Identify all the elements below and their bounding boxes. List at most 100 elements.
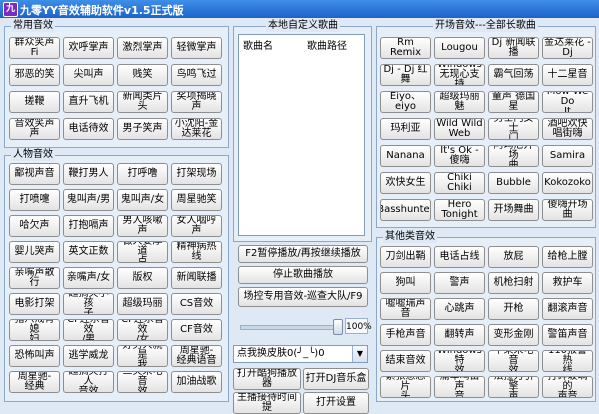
opening-song-button[interactable]: Chiki Chiki xyxy=(434,172,485,194)
people-sound-button[interactable]: 逃学威龙 xyxy=(63,345,114,367)
common-sound-button[interactable]: 贱笑 xyxy=(117,64,168,86)
stop-song-button[interactable]: 停止歌曲播放 xyxy=(238,266,368,284)
common-sound-button[interactable]: 邪恶的笑 xyxy=(9,64,60,86)
people-sound-button[interactable]: 打喷嚏 xyxy=(9,189,60,211)
other-sound-button[interactable]: 刀剑出鞘 xyxy=(380,246,431,268)
common-sound-button[interactable]: 音效笑声 声 xyxy=(9,118,60,140)
people-sound-button[interactable]: 超搞笑小孩 子 xyxy=(63,293,114,315)
people-sound-button[interactable]: 英文正数 xyxy=(63,241,114,263)
people-sound-button[interactable]: 哈欠声 xyxy=(9,215,60,237)
common-sound-button[interactable]: 鸟鸣飞过 xyxy=(171,64,222,86)
people-sound-button[interactable]: 亲嘴声/女 xyxy=(63,267,114,289)
common-sound-button[interactable]: 群众笑声Fi xyxy=(9,37,60,59)
people-sound-button[interactable]: 版权 xyxy=(117,267,168,289)
common-sound-button[interactable]: 男子笑声 xyxy=(117,118,168,140)
open-settings-button[interactable]: 打开设置 xyxy=(303,392,369,414)
people-sound-button[interactable]: CF连杀音效 /女 xyxy=(117,319,168,341)
people-sound-button[interactable]: 周星驰- 经典 xyxy=(9,371,60,393)
opening-song-button[interactable]: Dj - Dj 红 舞 xyxy=(380,64,431,86)
opening-song-button[interactable]: Bubble xyxy=(488,172,539,194)
opening-song-button[interactable]: 阿玛尼开场 曲 xyxy=(488,145,539,167)
opening-song-button[interactable]: Dj 新闻联 播 xyxy=(488,37,539,59)
opening-song-button[interactable]: It's Ok - 傻嗨 xyxy=(434,145,485,167)
people-sound-button[interactable]: 超级玛丽 xyxy=(117,293,168,315)
other-sound-button[interactable]: 手枪声音 xyxy=(380,324,431,346)
people-sound-button[interactable]: 新闻联播 xyxy=(171,267,222,289)
other-sound-button[interactable]: 警声 xyxy=(434,272,485,294)
open-dj-box-button[interactable]: 打开DJ音乐盒 xyxy=(303,368,369,390)
other-sound-button[interactable]: 放屁 xyxy=(488,246,539,268)
other-sound-button[interactable]: 狗叫 xyxy=(380,272,431,294)
song-list[interactable]: 歌曲名 歌曲路径 xyxy=(238,34,365,236)
common-sound-button[interactable]: 电话待效 xyxy=(63,118,114,140)
other-sound-button[interactable]: 结束音效 xyxy=(380,350,431,372)
other-sound-button[interactable]: 救护车 xyxy=(542,272,593,294)
people-sound-button[interactable]: 鄙视声音 xyxy=(9,163,60,185)
other-sound-button[interactable]: 变形金刚 xyxy=(488,324,539,346)
common-sound-button[interactable]: 直升飞机 xyxy=(63,91,114,113)
venue-control-button[interactable]: 场控专用音效-巡查大队/F9 xyxy=(238,287,368,307)
skin-select[interactable]: 点我换皮肤0(╯_╰)0 ▼ xyxy=(233,345,368,363)
opening-song-button[interactable]: Hero Tonight xyxy=(434,199,485,221)
chevron-down-icon[interactable]: ▼ xyxy=(352,346,367,362)
song-path-column-header[interactable]: 歌曲路径 xyxy=(307,37,347,52)
people-sound-button[interactable]: 超搞笑打人 音效 xyxy=(63,371,114,393)
opening-song-button[interactable]: Samira xyxy=(542,145,593,167)
opening-song-button[interactable]: Basshunter xyxy=(380,199,431,221)
other-sound-button[interactable]: 机枪扫射 xyxy=(488,272,539,294)
common-sound-button[interactable]: 小沈阳-金 达莱花 xyxy=(171,118,222,140)
common-sound-button[interactable]: 新闻类片头 xyxy=(117,91,168,113)
people-sound-button[interactable]: 加油战歌 xyxy=(171,371,222,393)
opening-song-button[interactable]: 傻嗨开场曲 xyxy=(542,199,593,221)
opening-song-button[interactable]: 男士门女士 门 xyxy=(488,118,539,140)
people-sound-button[interactable]: 打呼噜 xyxy=(117,163,168,185)
common-sound-button[interactable]: 激烈掌声 xyxy=(117,37,168,59)
common-sound-button[interactable]: 搓鞭 xyxy=(9,91,60,113)
people-sound-button[interactable]: 电影打架 xyxy=(9,293,60,315)
common-sound-button[interactable]: 轻微掌声 xyxy=(171,37,222,59)
volume-slider-thumb[interactable] xyxy=(333,319,343,335)
people-sound-button[interactable]: 周星驰- 经典语音 xyxy=(171,345,222,367)
opening-song-button[interactable]: 玛利亚 xyxy=(380,118,431,140)
people-sound-button[interactable]: 亲嘴声散行 xyxy=(9,267,60,289)
common-sound-button[interactable]: 尖叫声 xyxy=(63,64,114,86)
opening-song-button[interactable]: Nanana xyxy=(380,145,431,167)
other-sound-button[interactable]: 警笛声音 xyxy=(542,324,593,346)
opening-song-button[interactable]: Kokozoko xyxy=(542,172,593,194)
people-sound-button[interactable]: 女人咽哼声 xyxy=(171,215,222,237)
opening-song-button[interactable]: Wild Wild Web xyxy=(434,118,485,140)
opening-song-button[interactable]: Windows 无现心支持 xyxy=(434,64,485,86)
people-sound-button[interactable]: 鞭打男人 xyxy=(63,163,114,185)
people-sound-button[interactable]: 恐怖叫声 xyxy=(9,345,60,367)
opening-song-button[interactable]: 金达莱花 - Dj xyxy=(542,37,593,59)
opening-song-button[interactable]: 童声 德国 星 xyxy=(488,91,539,113)
people-sound-button[interactable]: 鬼叫声/女 xyxy=(117,189,168,211)
open-kugou-button[interactable]: 打开酷狗播放器 xyxy=(233,368,301,390)
opening-song-button[interactable]: Eiyo、eiyo xyxy=(380,91,431,113)
people-sound-button[interactable]: 三笑来电音 效 xyxy=(117,371,168,393)
people-sound-button[interactable]: 打架现场 xyxy=(171,163,222,185)
other-sound-button[interactable]: 翻转声 xyxy=(434,324,485,346)
people-sound-button[interactable]: 猪八戒背媳 妇 xyxy=(9,319,60,341)
people-sound-button[interactable]: CF音效 xyxy=(171,319,222,341)
opening-song-button[interactable]: 欢快女生 xyxy=(380,172,431,194)
host-reception-time-button[interactable]: 主播接待时间提 xyxy=(233,392,301,414)
common-sound-button[interactable]: 欢呼掌声 xyxy=(63,37,114,59)
common-sound-button[interactable]: 奖项揭晓声 xyxy=(171,91,222,113)
opening-song-button[interactable]: 十二星音 xyxy=(542,64,593,86)
other-sound-button[interactable]: 打碎玻璃的 声音 xyxy=(542,376,593,398)
opening-song-button[interactable]: Rm Remix xyxy=(380,37,431,59)
other-sound-button[interactable]: 痛车鸣笛声 音 xyxy=(434,376,485,398)
other-sound-button[interactable]: Windows特 效 xyxy=(434,350,485,372)
people-sound-button[interactable]: CF连杀音效 /男 xyxy=(63,319,114,341)
other-sound-button[interactable]: 翻滚声音 xyxy=(542,298,593,320)
opening-song-button[interactable]: 超级玛丽魅 xyxy=(434,91,485,113)
people-sound-button[interactable]: 好男人就是 我 xyxy=(117,345,168,367)
people-sound-button[interactable]: CS音效 xyxy=(171,293,222,315)
other-sound-button[interactable]: 法拉力引擎 声 xyxy=(488,376,539,398)
other-sound-button[interactable]: 给枪上膛 xyxy=(542,246,593,268)
other-sound-button[interactable]: 紧张悬念片 头 xyxy=(380,376,431,398)
people-sound-button[interactable]: 周星驰笑 xyxy=(171,189,222,211)
other-sound-button[interactable]: 电话占线 xyxy=(434,246,485,268)
opening-song-button[interactable]: 霸气回荡 xyxy=(488,64,539,86)
